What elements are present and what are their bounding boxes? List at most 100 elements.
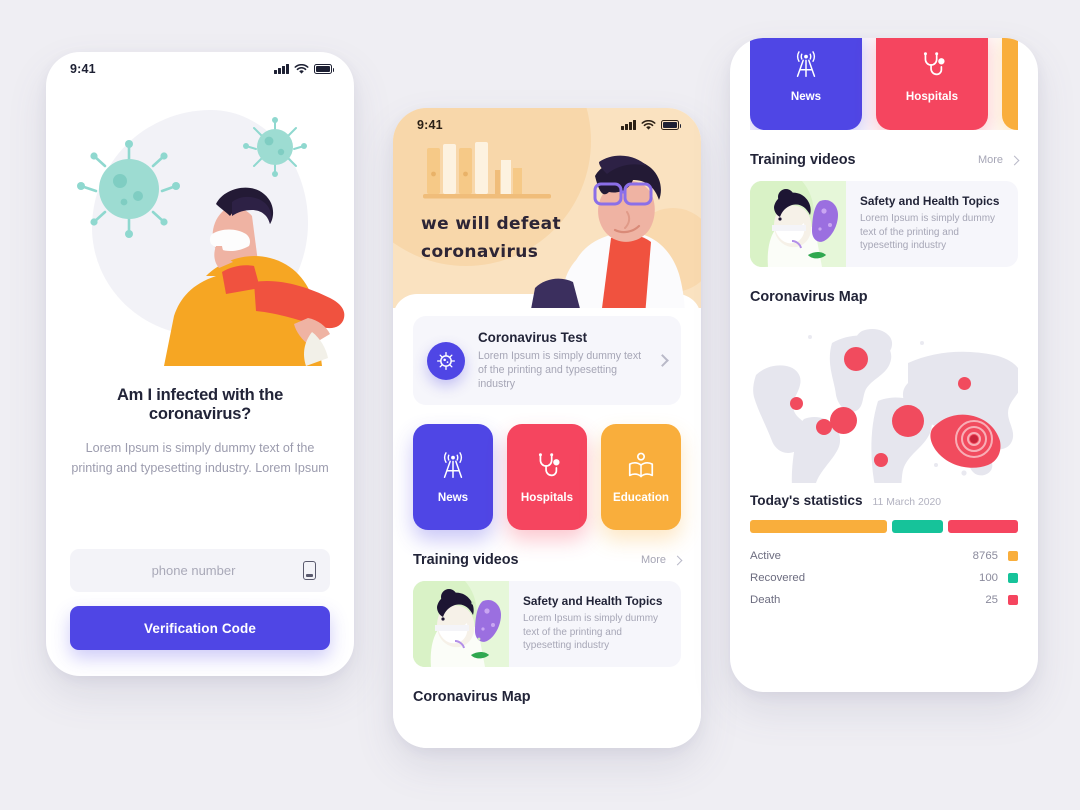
- video-card-body: Safety and Health Topics Lorem Ipsum is …: [846, 181, 1018, 267]
- status-icons: [274, 63, 335, 75]
- stat-value: 100: [978, 572, 998, 584]
- map-section-title: Coronavirus Map: [750, 289, 868, 305]
- wifi-icon: [641, 119, 656, 130]
- tile-education[interactable]: Education: [601, 424, 681, 530]
- video-title: Safety and Health Topics: [523, 594, 663, 608]
- status-icons: [621, 119, 682, 131]
- table-row: Active 8765: [750, 545, 1018, 567]
- stat-value: 8765: [972, 550, 998, 562]
- stat-bar-segment-recovered: [891, 520, 944, 533]
- virus-icon: [427, 341, 465, 380]
- category-tiles: News Hospitals: [413, 424, 681, 530]
- more-label: More: [640, 554, 666, 566]
- stethoscope-icon: [923, 51, 945, 75]
- tile-education[interactable]: Education: [1002, 38, 1018, 130]
- map-hotspot-greenland: [844, 347, 868, 371]
- page-subtitle: Lorem Ipsum is simply dummy text of the …: [71, 441, 329, 475]
- training-video-card[interactable]: Safety and Health Topics Lorem Ipsum is …: [413, 581, 681, 667]
- chevron-right-icon: [672, 555, 683, 565]
- training-video-card[interactable]: Safety and Health Topics Lorem Ipsum is …: [750, 181, 1018, 267]
- stat-value: 25: [985, 594, 998, 606]
- status-bar: 9:41: [46, 52, 354, 86]
- map-hotspot-mexico: [816, 419, 832, 435]
- chevron-right-icon: [1009, 155, 1020, 165]
- dashboard-content: News Hospitals Training videos More Safe…: [730, 38, 1038, 676]
- tile-label: News: [437, 490, 469, 504]
- mockup-canvas: 9:41 Am I infected with the coronavirus?…: [0, 0, 1080, 810]
- tile-label: Education: [612, 490, 670, 504]
- status-bar: 9:41: [393, 108, 701, 142]
- coronavirus-test-card[interactable]: Coronavirus Test Lorem Ipsum is simply d…: [413, 316, 681, 405]
- hero-title-line1: we will defeat: [421, 214, 562, 234]
- statistics-date: 11 March 2020: [872, 497, 942, 508]
- stat-label: Recovered: [750, 572, 806, 584]
- tile-news[interactable]: News: [750, 38, 862, 130]
- stat-label: Active: [750, 550, 782, 562]
- test-card-subtitle: Lorem Ipsum is simply dummy text of the …: [478, 350, 642, 390]
- virus-particle-small: [243, 117, 307, 177]
- statistics-bar: [750, 520, 1018, 533]
- stat-color-swatch: [1008, 551, 1018, 561]
- phone-screen-onboarding: 9:41 Am I infected with the coronavirus?…: [46, 52, 354, 676]
- broadcast-tower-icon: [443, 451, 463, 478]
- tile-label: Hospitals: [520, 490, 574, 504]
- onboarding-illustration: [46, 86, 354, 386]
- more-link[interactable]: More: [640, 554, 683, 566]
- wifi-icon: [294, 63, 309, 74]
- battery-icon: [314, 64, 335, 74]
- home-content-sheet: Coronavirus Test Lorem Ipsum is simply d…: [393, 294, 701, 748]
- tile-hospitals[interactable]: Hospitals: [876, 38, 988, 130]
- statistics-title: Today's statistics: [750, 493, 863, 508]
- phone-icon: [303, 561, 316, 580]
- test-card-body: Coronavirus Test Lorem Ipsum is simply d…: [478, 330, 645, 391]
- section-title: Training videos: [413, 552, 519, 568]
- table-row: Death 25: [750, 589, 1018, 611]
- person-figure: [164, 187, 345, 366]
- status-time: 9:41: [70, 62, 96, 76]
- phone-number-field[interactable]: phone number: [70, 549, 330, 592]
- map-hotspot-europe: [892, 405, 924, 437]
- map-hotspot-west-usa: [790, 397, 803, 410]
- stat-color-swatch: [1008, 595, 1018, 605]
- video-title: Safety and Health Topics: [860, 194, 1000, 208]
- table-row: Recovered 100: [750, 567, 1018, 589]
- chevron-right-icon: [656, 354, 669, 367]
- onboarding-copy: Am I infected with the coronavirus? Lore…: [46, 386, 354, 478]
- statistics-header: Today's statistics 11 March 2020: [750, 493, 1018, 508]
- map-hotspot-usa: [830, 407, 857, 434]
- section-title: Training videos: [750, 152, 856, 168]
- cellular-signal-icon: [621, 120, 636, 130]
- video-subtitle: Lorem Ipsum is simply dummy text of the …: [523, 613, 659, 651]
- stat-bar-segment-active: [750, 520, 887, 533]
- tile-label: News: [790, 89, 822, 103]
- signup-form: phone number Verification Code: [70, 549, 330, 650]
- coronavirus-map[interactable]: [750, 315, 1018, 485]
- phone-number-placeholder: phone number: [151, 563, 236, 578]
- status-time: 9:41: [417, 118, 443, 132]
- training-videos-header: Training videos More: [750, 152, 1020, 168]
- phone-screen-dashboard: News Hospitals Training videos More Safe…: [730, 38, 1038, 692]
- video-thumbnail: [413, 581, 509, 667]
- more-link[interactable]: More: [977, 154, 1020, 166]
- home-hero: 9:41 we will defeat coronavirus: [393, 108, 701, 308]
- phone-screen-home: 9:41 we will defeat coronavirus Coronavi…: [393, 108, 701, 748]
- category-tiles: News Hospitals: [750, 38, 1018, 130]
- verification-code-button[interactable]: Verification Code: [70, 606, 330, 650]
- map-hotspot-africa: [874, 453, 888, 467]
- tile-news[interactable]: News: [413, 424, 493, 530]
- stat-color-swatch: [1008, 573, 1018, 583]
- battery-icon: [661, 120, 682, 130]
- map-section-title: Coronavirus Map: [413, 689, 531, 705]
- video-subtitle: Lorem Ipsum is simply dummy text of the …: [860, 213, 996, 251]
- hero-title-line2: coronavirus: [421, 242, 539, 262]
- stat-label: Death: [750, 594, 781, 606]
- video-card-body: Safety and Health Topics Lorem Ipsum is …: [509, 581, 681, 667]
- more-label: More: [977, 154, 1003, 166]
- test-card-title: Coronavirus Test: [478, 330, 588, 345]
- map-hotspot-russia: [958, 377, 971, 390]
- video-thumbnail: [750, 181, 846, 267]
- training-videos-header: Training videos More: [413, 552, 683, 568]
- hero-title: we will defeat coronavirus: [421, 210, 561, 266]
- tile-hospitals[interactable]: Hospitals: [507, 424, 587, 530]
- person-reading-icon: [628, 452, 654, 477]
